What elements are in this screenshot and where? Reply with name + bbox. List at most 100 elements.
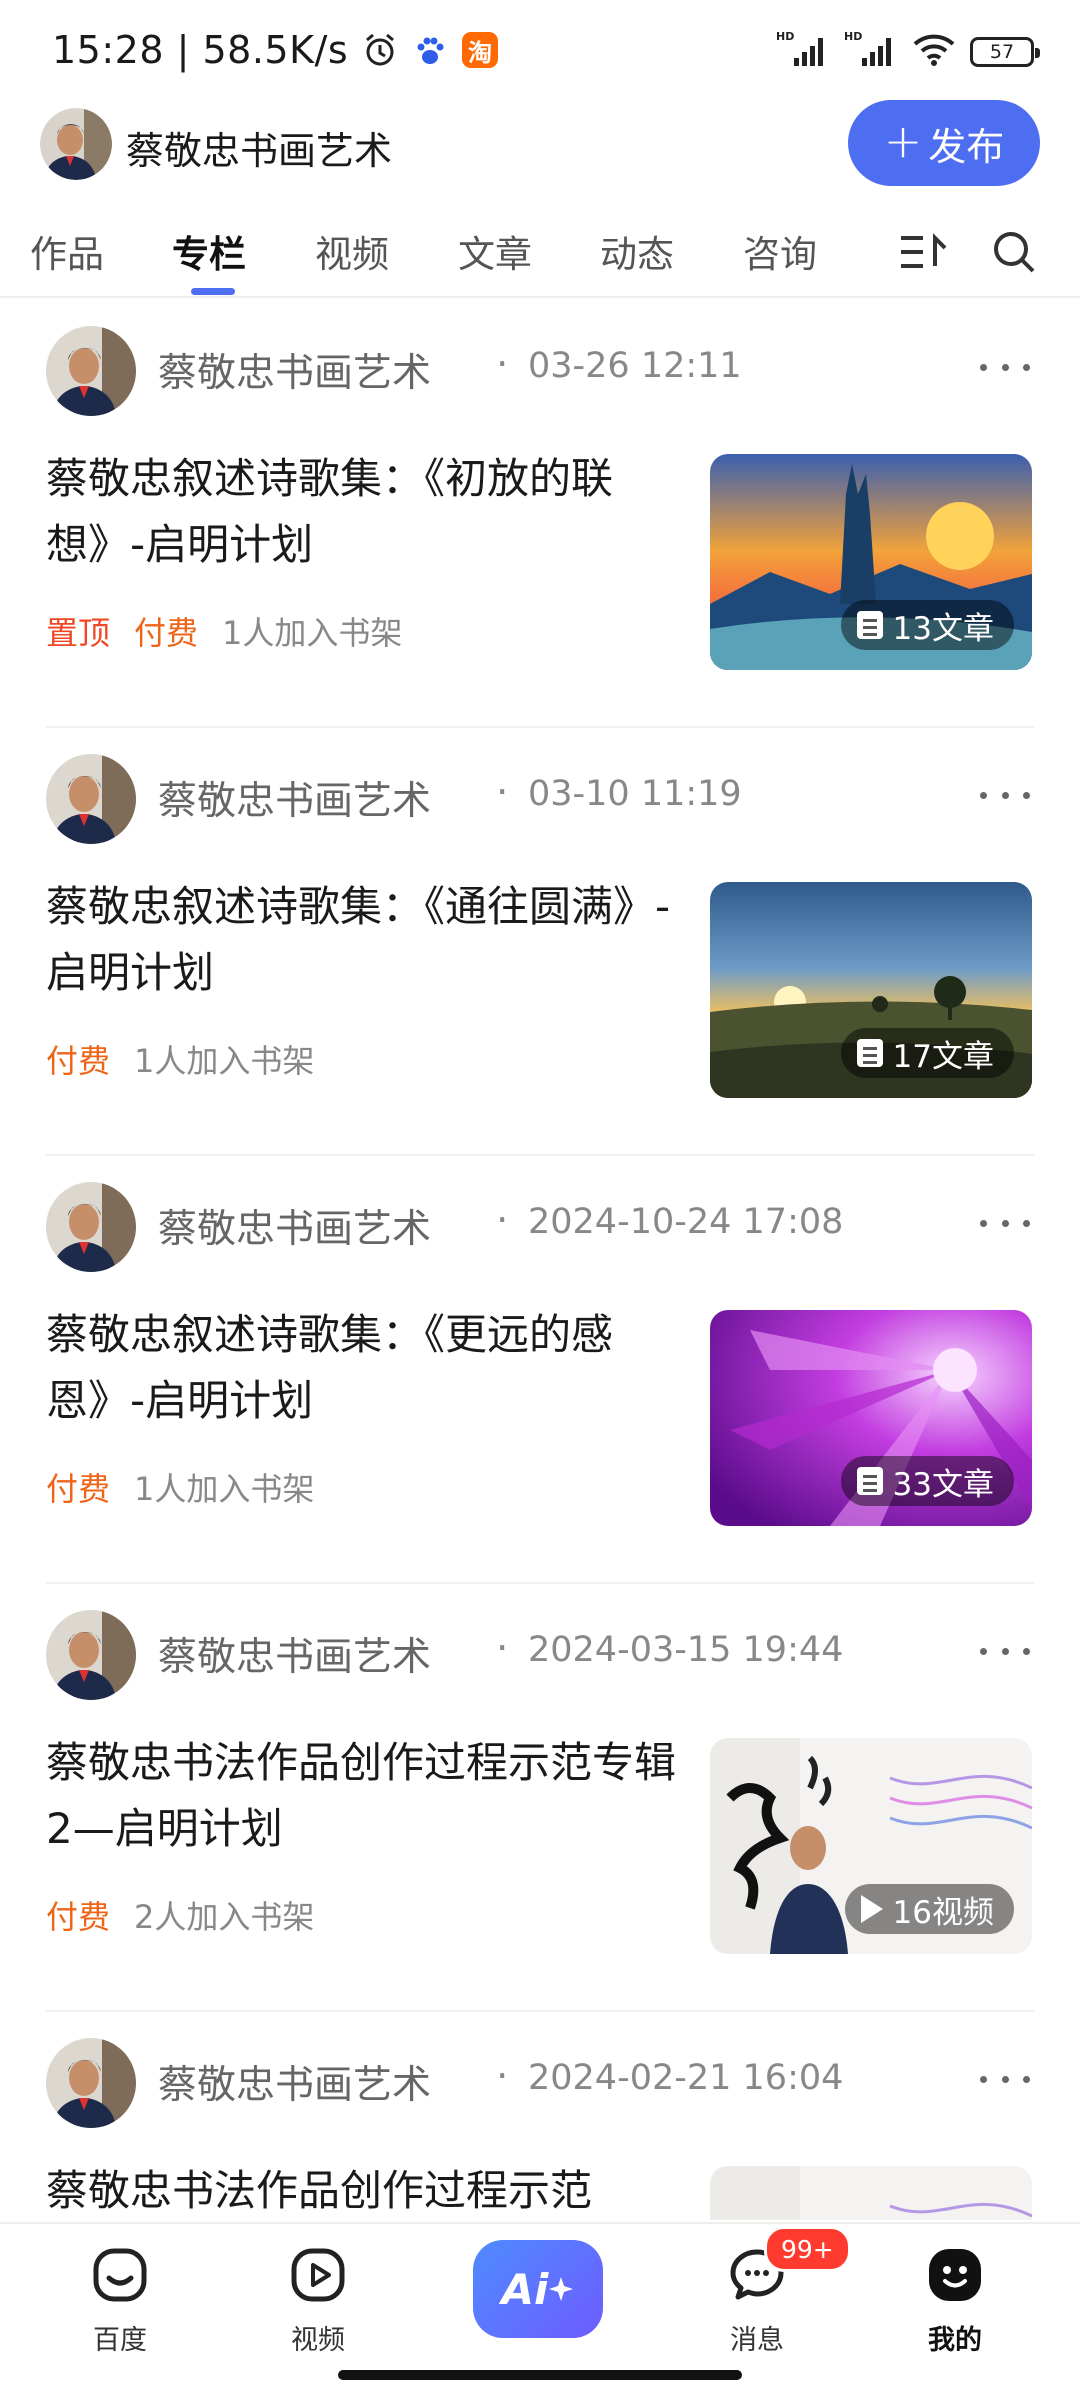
author-avatar[interactable] — [46, 2038, 136, 2128]
column-card[interactable]: 蔡敬忠书画艺术 · 2024-03-15 19:44 蔡敬忠书法作品创作过程示范… — [0, 1584, 1080, 2012]
tab-works[interactable]: 作品 — [30, 224, 104, 278]
profile-header: 蔡敬忠书画艺术 + 发布 — [0, 100, 1080, 188]
badge-label: 33文章 — [892, 1466, 994, 1503]
play-icon — [860, 1895, 883, 1923]
paid-tag: 付费 — [134, 614, 199, 652]
column-card[interactable]: 蔡敬忠书画艺术 · 03-10 11:19 蔡敬忠叙述诗歌集：《通往圆满》-启明… — [0, 728, 1080, 1156]
divider — [0, 296, 1080, 298]
column-card[interactable]: 蔡敬忠书画艺术 · 03-26 12:11 蔡敬忠叙述诗歌集：《初放的联想》-启… — [0, 300, 1080, 728]
nav-label: 百度 — [93, 2325, 147, 2356]
tab-columns[interactable]: 专栏 — [172, 224, 246, 278]
nav-baidu[interactable]: 百度 — [60, 2244, 180, 2357]
post-time: 03-26 12:11 — [528, 346, 742, 386]
author-name[interactable]: 蔡敬忠书画艺术 — [158, 2054, 431, 2110]
calligraphy-video-image — [710, 2166, 1032, 2220]
battery-icon: 57 — [970, 37, 1040, 67]
status-bar: 15:28 | 58.5K/s 淘 HD HD 57 — [0, 0, 1080, 100]
column-cover[interactable]: 16视频 — [710, 1738, 1032, 1954]
status-right: HD HD 57 — [776, 28, 1040, 76]
post-time: 2024-03-15 19:44 — [528, 1630, 844, 1670]
baidu-paw-icon — [412, 32, 448, 68]
post-time: 2024-02-21 16:04 — [528, 2058, 844, 2098]
separator-dot: · — [496, 1198, 509, 1243]
baidu-home-icon — [89, 2244, 151, 2306]
column-title[interactable]: 蔡敬忠叙述诗歌集：《初放的联想》-启明计划 — [46, 446, 696, 578]
sort-filter-icon[interactable] — [898, 226, 950, 278]
more-options-icon[interactable] — [980, 352, 1030, 382]
more-options-icon[interactable] — [980, 1208, 1030, 1238]
publish-label: 发布 — [928, 124, 1005, 169]
badge-label: 13文章 — [892, 610, 994, 647]
author-avatar[interactable] — [46, 754, 136, 844]
publish-button[interactable]: + 发布 — [848, 100, 1040, 186]
author-avatar[interactable] — [46, 326, 136, 416]
more-options-icon[interactable] — [980, 780, 1030, 810]
post-time: 03-10 11:19 — [528, 774, 742, 814]
author-name[interactable]: 蔡敬忠书画艺术 — [158, 342, 431, 398]
ai-assistant-icon: Ai — [501, 2264, 549, 2314]
taobao-icon: 淘 — [462, 32, 499, 68]
separator-dot: · — [496, 770, 509, 815]
column-title[interactable]: 蔡敬忠书法作品创作过程示范专辑2—启明计划 — [46, 1730, 696, 1862]
tab-articles[interactable]: 文章 — [458, 224, 532, 278]
paid-tag: 付费 — [46, 1042, 111, 1080]
home-indicator[interactable] — [338, 2370, 742, 2380]
video-play-icon — [287, 2244, 349, 2306]
author-name[interactable]: 蔡敬忠书画艺术 — [158, 1198, 431, 1254]
sparkle-icon — [549, 2277, 574, 2301]
profile-face-icon — [924, 2244, 986, 2306]
column-title[interactable]: 蔡敬忠叙述诗歌集：《通往圆满》-启明计划 — [46, 874, 696, 1006]
tab-consult[interactable]: 咨询 — [743, 224, 817, 278]
bookshelf-count: 1人加入书架 — [222, 614, 403, 652]
author-name[interactable]: 蔡敬忠书画艺术 — [158, 1626, 431, 1682]
author-name[interactable]: 蔡敬忠书画艺术 — [158, 770, 431, 826]
more-options-icon[interactable] — [980, 1636, 1030, 1666]
tab-bar: 作品 专栏 视频 文章 动态 咨询 — [0, 216, 1080, 296]
author-avatar[interactable] — [46, 1182, 136, 1272]
tab-updates[interactable]: 动态 — [600, 224, 674, 278]
svg-text:HD: HD — [844, 30, 862, 43]
bookshelf-count: 1人加入书架 — [134, 1042, 315, 1080]
video-count-badge: 16视频 — [844, 1884, 1014, 1934]
author-avatar[interactable] — [46, 1610, 136, 1700]
more-options-icon[interactable] — [980, 2064, 1030, 2094]
unread-badge: 99+ — [764, 2226, 851, 2272]
column-title[interactable]: 蔡敬忠叙述诗歌集：《更远的感恩》-启明计划 — [46, 1302, 696, 1434]
column-cover[interactable]: 13文章 — [710, 454, 1032, 670]
nav-video[interactable]: 视频 — [258, 2244, 378, 2357]
page-title: 蔡敬忠书画艺术 — [126, 129, 393, 173]
alarm-icon — [362, 32, 398, 68]
search-icon[interactable] — [988, 226, 1040, 278]
column-cover[interactable]: 33文章 — [710, 1310, 1032, 1526]
column-card[interactable]: 蔡敬忠书画艺术 · 2024-10-24 17:08 蔡敬忠叙述诗歌集：《更远的… — [0, 1156, 1080, 1584]
separator-dot: · — [496, 1626, 509, 1671]
badge-label: 16视频 — [892, 1894, 994, 1931]
separator-dot: · — [496, 2054, 509, 2099]
card-meta: 付费 2人加入书架 — [46, 1892, 314, 1938]
document-icon — [856, 611, 883, 639]
author-avatar[interactable] — [40, 108, 112, 180]
signal-icon: HD — [844, 30, 898, 74]
paid-tag: 付费 — [46, 1898, 111, 1936]
column-cover[interactable]: 17文章 — [710, 882, 1032, 1098]
article-count-badge: 13文章 — [840, 600, 1014, 650]
active-tab-indicator — [191, 288, 235, 295]
document-icon — [856, 1467, 883, 1495]
card-meta: 付费 1人加入书架 — [46, 1036, 314, 1082]
card-meta: 置顶 付费 1人加入书架 — [46, 608, 402, 654]
ai-assistant-button[interactable]: Ai — [473, 2240, 603, 2338]
column-card[interactable]: 蔡敬忠书画艺术 · 2024-02-21 16:04 蔡敬忠书法作品创作过程示范 — [0, 2012, 1080, 2220]
column-cover[interactable] — [710, 2166, 1032, 2220]
bookshelf-count: 2人加入书架 — [134, 1898, 315, 1936]
pinned-tag: 置顶 — [46, 614, 111, 652]
column-title[interactable]: 蔡敬忠书法作品创作过程示范 — [46, 2158, 696, 2220]
card-meta: 付费 1人加入书架 — [46, 1464, 314, 1510]
post-time: 2024-10-24 17:08 — [528, 1202, 844, 1242]
tab-videos[interactable]: 视频 — [315, 224, 389, 278]
article-count-badge: 33文章 — [840, 1456, 1014, 1506]
nav-label: 消息 — [730, 2325, 784, 2356]
signal-icon: HD — [776, 30, 830, 74]
nav-profile[interactable]: 我的 — [895, 2244, 1015, 2357]
document-icon — [856, 1039, 883, 1067]
svg-text:HD: HD — [776, 30, 794, 43]
